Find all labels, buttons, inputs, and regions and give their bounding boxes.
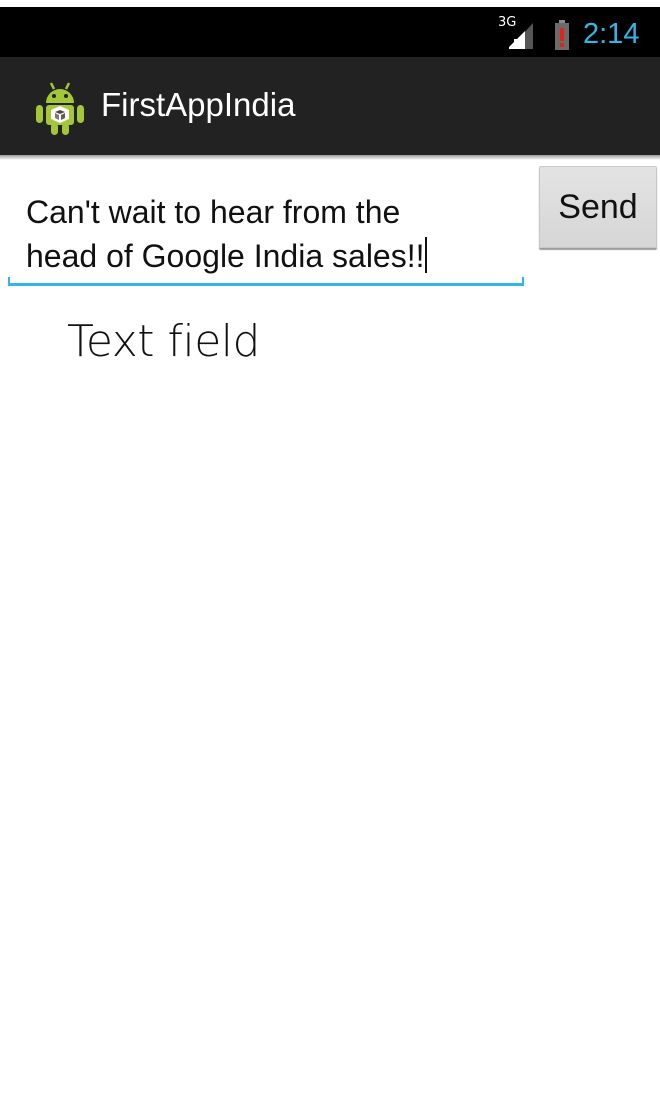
message-line-1: Can't wait to hear from the: [26, 194, 401, 230]
screenshot-top-margin: [0, 0, 660, 7]
status-clock: 2:14: [583, 18, 640, 50]
action-bar: FirstAppIndia: [0, 57, 660, 155]
message-input-text[interactable]: Can't wait to hear from the head of Goog…: [26, 190, 516, 278]
battery-low-icon: [555, 20, 569, 50]
text-field-annotation: Text field: [67, 316, 260, 367]
action-bar-shadow: [0, 155, 660, 160]
text-cursor: [424, 237, 427, 273]
message-input[interactable]: Can't wait to hear from the head of Goog…: [8, 186, 524, 286]
message-line-2: head of Google India sales!!: [26, 238, 425, 274]
android-app-icon[interactable]: [32, 77, 88, 137]
signal-icon: [509, 23, 533, 49]
message-input-underline: [8, 277, 524, 286]
status-bar: 3G 2:14: [0, 7, 660, 57]
send-button[interactable]: Send: [539, 166, 657, 248]
app-title: FirstAppIndia: [101, 86, 296, 123]
